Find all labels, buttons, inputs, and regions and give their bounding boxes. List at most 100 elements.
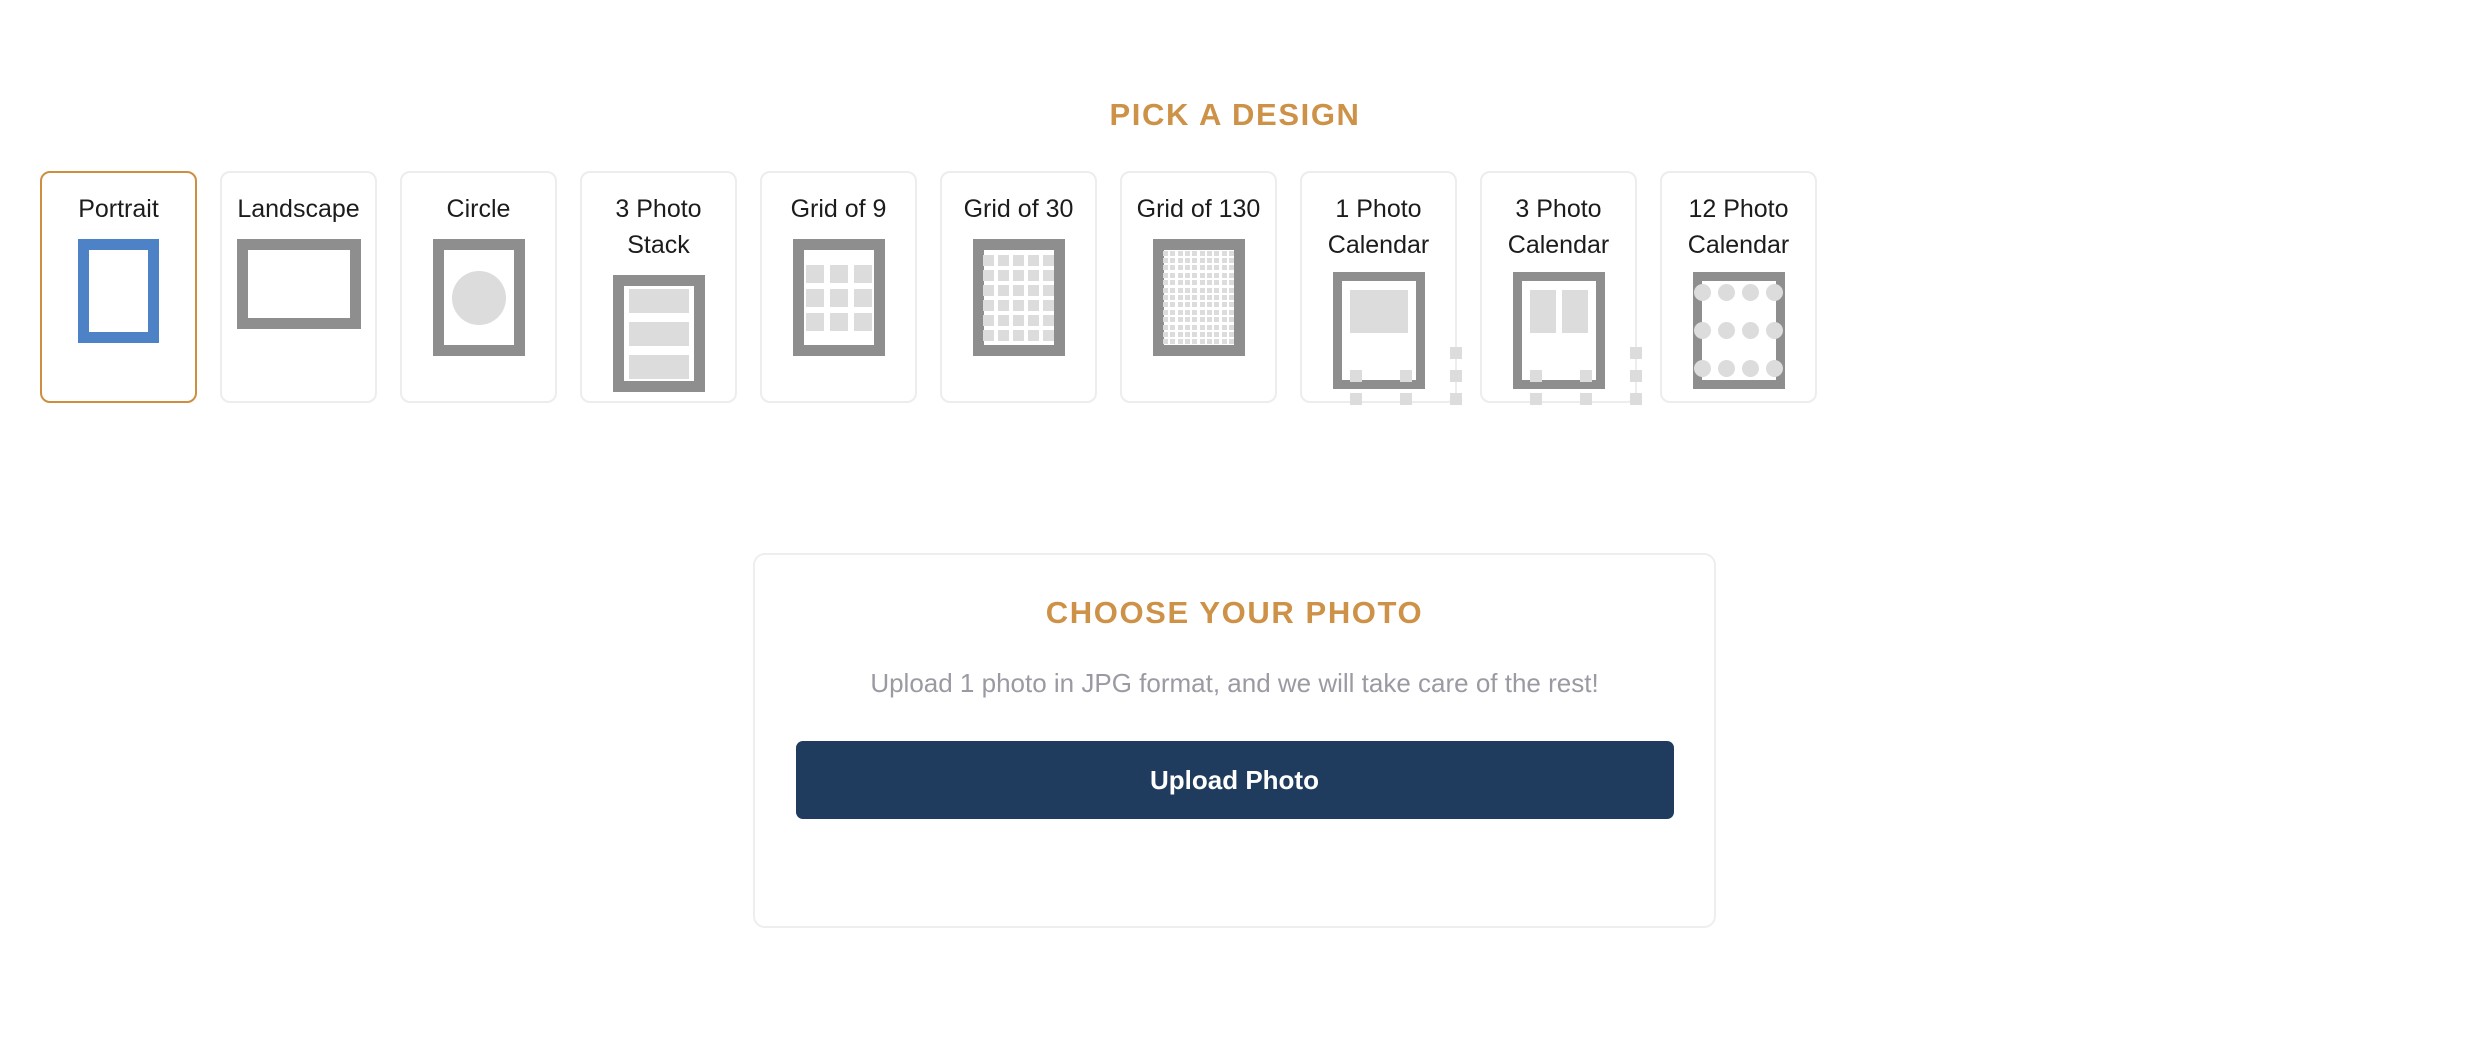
grid-cell: [1207, 309, 1213, 315]
design-card-1-photo-calendar[interactable]: 1 Photo Calendar: [1300, 171, 1462, 405]
grid-cell: [1184, 258, 1190, 264]
design-card-label: Grid of 30: [963, 195, 1074, 223]
grid-cell: [1177, 258, 1183, 264]
grid-cell: [1207, 295, 1213, 300]
grid-cell: [1184, 302, 1190, 308]
design-card-3-photo-calendar[interactable]: 3 Photo Calendar: [1480, 171, 1642, 405]
grid-cell: [1229, 280, 1235, 286]
grid-cell: [1028, 329, 1039, 341]
grid-cell: [1162, 302, 1168, 308]
grid-cell: [1162, 317, 1168, 323]
grid-cell: [1221, 265, 1227, 271]
grid-cell: [1207, 324, 1213, 330]
design-picker-page: PICK A DESIGN Portrait Landscape Circle: [0, 0, 2470, 1048]
grid-cell: [1162, 309, 1168, 315]
grid-cell: [1221, 324, 1227, 330]
design-card-label: Grid of 130: [1136, 195, 1261, 223]
grid-cell: [1162, 272, 1168, 278]
calendar-3-frame-icon: [1512, 272, 1642, 405]
design-card-landscape[interactable]: Landscape: [220, 171, 377, 403]
design-card-grid-of-9[interactable]: Grid of 9: [760, 171, 917, 403]
grid-cell: [1177, 265, 1183, 271]
upload-photo-button[interactable]: Upload Photo: [795, 741, 1674, 819]
design-card-portrait[interactable]: Portrait: [40, 171, 197, 403]
design-card-12-photo-calendar[interactable]: 12 Photo Calendar: [1660, 171, 1817, 403]
design-card-label: Landscape: [237, 195, 360, 223]
grid-cell: [1192, 331, 1198, 337]
grid-cell: [1199, 317, 1205, 323]
grid-cell: [1229, 317, 1235, 323]
grid-cell: [983, 254, 994, 266]
grid-cell: [1184, 331, 1190, 337]
grid-cell: [1199, 295, 1205, 300]
grid-cell: [1028, 314, 1039, 326]
grid-cell: [1184, 265, 1190, 271]
calendar-date-dots: [1349, 347, 1462, 405]
grid-cell: [1229, 295, 1235, 300]
grid-cell: [998, 299, 1009, 311]
grid-cell: [1229, 258, 1235, 264]
circle-frame-icon: [432, 239, 525, 356]
design-card-grid-of-130[interactable]: Grid of 130: [1120, 171, 1277, 403]
grid-cell: [1177, 331, 1183, 337]
grid-cell: [1177, 317, 1183, 323]
grid-cell: [1229, 331, 1235, 337]
design-card-label: 12 Photo Calendar: [1687, 195, 1790, 259]
calendar-photo-slots: [1349, 290, 1408, 333]
grid-cell: [1229, 302, 1235, 308]
grid-cell: [1192, 265, 1198, 271]
design-card-3-photo-stack[interactable]: 3 Photo Stack: [580, 171, 737, 403]
grid-cell: [1221, 287, 1227, 293]
grid-cell: [1192, 309, 1198, 315]
grid-cell: [1170, 324, 1176, 330]
grid-cell: [1177, 287, 1183, 293]
grid-cell: [1221, 280, 1227, 286]
grid-cell: [1221, 295, 1227, 300]
grid-cell: [1013, 329, 1024, 341]
grid-cell: [1221, 302, 1227, 308]
grid-cell: [1207, 272, 1213, 278]
grid-cell: [1170, 250, 1176, 256]
design-card-label: Portrait: [78, 195, 159, 223]
grid-cell: [1013, 284, 1024, 296]
grid-cell: [1170, 287, 1176, 293]
grid-cell: [1214, 250, 1220, 256]
grid-cell: [1214, 258, 1220, 264]
design-card-label: 1 Photo Calendar: [1327, 195, 1430, 259]
grid-cell: [1028, 299, 1039, 311]
grid-cell: [1207, 280, 1213, 286]
grid-cell: [983, 314, 994, 326]
choose-your-photo-title: CHOOSE YOUR PHOTO: [1045, 595, 1424, 630]
grid-cell: [1199, 339, 1205, 345]
choose-your-photo-description: Upload 1 photo in JPG format, and we wil…: [870, 668, 1599, 698]
grid-cell: [1162, 339, 1168, 345]
grid-cell: [983, 269, 994, 281]
grid-cell: [1162, 250, 1168, 256]
grid-cell: [1184, 339, 1190, 345]
grid-cell: [1199, 324, 1205, 330]
grid-30-frame-icon: [972, 239, 1065, 356]
grid-cell: [1013, 299, 1024, 311]
grid-130-frame-icon: [1152, 239, 1245, 356]
grid-cell: [1162, 295, 1168, 300]
grid-cell: [1214, 287, 1220, 293]
design-card-label: 3 Photo Calendar: [1507, 195, 1610, 259]
grid-cell: [1214, 280, 1220, 286]
grid-cell: [1028, 254, 1039, 266]
grid-cell: [1162, 287, 1168, 293]
grid-cell: [1214, 324, 1220, 330]
design-card-circle[interactable]: Circle: [400, 171, 557, 403]
grid-cell: [1199, 250, 1205, 256]
grid-cell: [1170, 309, 1176, 315]
design-card-label: 3 Photo Stack: [615, 195, 702, 259]
grid-cell: [1199, 258, 1205, 264]
grid-cell: [1221, 250, 1227, 256]
grid-cell: [1177, 302, 1183, 308]
grid-cell: [1043, 269, 1054, 281]
design-card-label: Circle: [446, 195, 511, 223]
calendar-12-frame-icon: [1692, 272, 1785, 389]
grid-cell: [1214, 265, 1220, 271]
grid-cell: [1214, 295, 1220, 300]
design-card-grid-of-30[interactable]: Grid of 30: [940, 171, 1097, 403]
grid-cell: [1207, 265, 1213, 271]
